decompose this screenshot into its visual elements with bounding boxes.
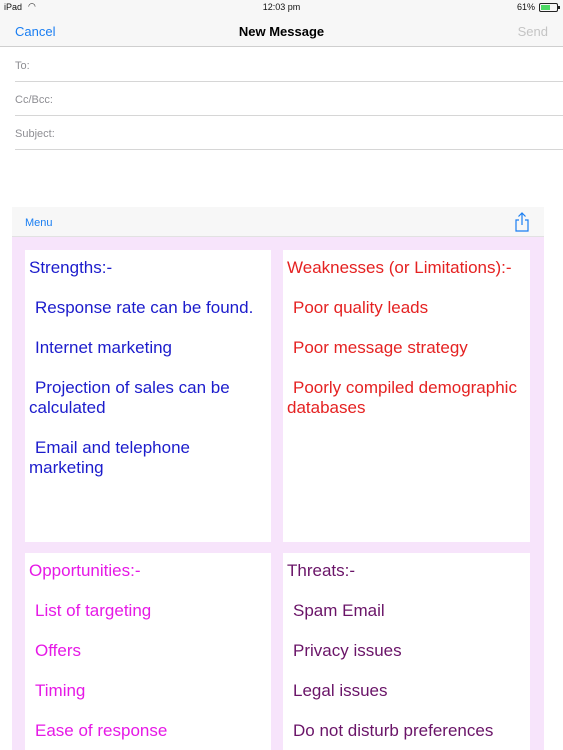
opportunities-heading: Opportunities:-: [29, 561, 141, 580]
share-icon[interactable]: [513, 212, 531, 232]
navigation-bar: Cancel New Message Send: [0, 15, 563, 47]
list-item: Legal issues: [293, 681, 388, 700]
to-label: To:: [15, 60, 30, 72]
strengths-heading: Strengths:-: [29, 258, 113, 277]
list-item: Offers: [35, 641, 81, 660]
list-item: Timing: [35, 681, 86, 700]
subject-field[interactable]: Subject:: [15, 116, 563, 150]
panel-toolbar: Menu: [12, 207, 544, 237]
list-item: Email and telephone marketing: [29, 438, 191, 477]
menu-button[interactable]: Menu: [25, 217, 53, 229]
cc-bcc-label: Cc/Bcc:: [15, 94, 53, 106]
to-field[interactable]: To:: [15, 48, 563, 82]
battery-percent: 61%: [516, 2, 535, 12]
list-item: Ease of response: [35, 721, 168, 740]
list-item: Do not disturb preferences: [293, 721, 494, 740]
list-item: Privacy issues: [293, 641, 402, 660]
list-item: Poor message strategy: [293, 338, 468, 357]
threats-heading: Threats:-: [287, 561, 356, 580]
weaknesses-heading: Weaknesses (or Limitations):-: [287, 258, 512, 277]
list-item: Poorly compiled demographic databases: [287, 378, 517, 417]
status-bar: iPad ◠ 12:03 pm 61%: [0, 0, 563, 15]
threats-card: Threats:- Spam Email Privacy issues Lega…: [283, 553, 530, 750]
list-item: Response rate can be found.: [35, 298, 254, 317]
weaknesses-card: Weaknesses (or Limitations):- Poor quali…: [283, 250, 530, 542]
list-item: List of targeting: [35, 601, 152, 620]
battery-fill: [541, 5, 551, 10]
battery-icon: [539, 3, 560, 12]
cc-bcc-field[interactable]: Cc/Bcc:: [15, 82, 563, 116]
subject-label: Subject:: [15, 128, 55, 140]
clock: 12:03 pm: [262, 2, 301, 12]
list-item: Projection of sales can be calculated: [29, 378, 230, 417]
strengths-card: Strengths:- Response rate can be found. …: [25, 250, 271, 542]
opportunities-card: Opportunities:- List of targeting Offers…: [25, 553, 271, 750]
send-button[interactable]: Send: [518, 24, 548, 39]
list-item: Poor quality leads: [293, 298, 429, 317]
message-body-panel: Menu Strengths:- Response rate can be fo…: [12, 207, 544, 750]
list-item: Spam Email: [293, 601, 385, 620]
page-title: New Message: [238, 24, 325, 39]
list-item: Internet marketing: [35, 338, 173, 357]
